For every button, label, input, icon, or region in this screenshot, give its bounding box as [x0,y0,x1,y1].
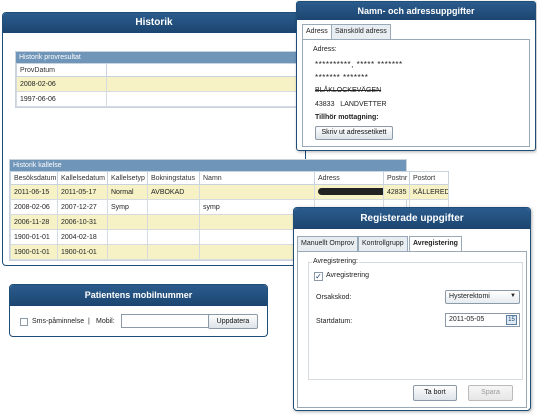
table-row[interactable]: 1997-06-06 [16,91,304,107]
registered-panel-title: Registerade uppgifter [294,208,530,229]
column-header-besoksdatum[interactable]: Besöksdatum [10,171,58,185]
tab-avregistering[interactable]: Avregistering [409,236,462,252]
print-address-label-button[interactable]: Skriv ut adressetikett [315,126,393,140]
sms-label: Sms-påminnelse [32,318,85,325]
save-button[interactable]: Spara [468,385,513,401]
column-header-kallelsetyp[interactable]: Kallelsetyp [107,171,148,185]
address-content: Adress: **********, ***** ******* ******… [302,39,530,147]
address-line-1: **********, ***** ******* [315,60,403,69]
column-header-provdatum[interactable]: ProvDatum [16,63,107,77]
kallelse-table-header: Historik kallelse [10,160,406,171]
chevron-down-icon: ▼ [510,293,516,299]
startdatum-label: Startdatum: [316,318,353,325]
startdatum-field[interactable]: 2011-05-05 15 [445,313,520,327]
startdatum-value: 2011-05-05 [449,316,485,323]
address-panel: Namn- och adressuppgifter Adress Sänsköl… [296,1,536,151]
orsak-label: Orsakskod: [316,294,352,301]
mottagning-label: Tillhör mottagning: [315,114,379,121]
column-header-bokningstatus[interactable]: Bokningstatus [147,171,200,185]
table-row[interactable]: 2011-06-15 2011-05-17 Normal AVBOKAD 428… [10,184,449,200]
orsak-select[interactable]: Hysterektomi ▼ [445,290,520,304]
calendar-icon[interactable]: 15 [506,315,517,325]
delete-button[interactable]: Ta bort [413,385,457,401]
separator: | [88,318,90,325]
sms-checkbox[interactable] [20,318,28,326]
tab-sanskold-adress[interactable]: Sänsköld adress [331,24,391,39]
avregistrering-checkbox[interactable]: ✓ [314,272,323,281]
column-header-kallelsedatum[interactable]: Kallelsedatum [57,171,108,185]
address-line-2: ******* ******* [315,73,369,82]
orsak-select-value: Hysterektomi [449,293,490,300]
tab-adress[interactable]: Adress [302,24,332,40]
table-row[interactable]: 2008-02-06 [16,76,304,92]
redacted-address [318,188,383,196]
mobile-panel: Patientens mobilnummer Sms-påminnelse | … [9,284,268,337]
registered-panel: Registerade uppgifter Manuellt Omprov Ko… [293,207,531,411]
historik-title: Historik [3,13,305,33]
column-header-namn[interactable]: Namn [199,171,315,185]
address-panel-title: Namn- och adressuppgifter [297,2,535,20]
avregistrering-group-label: Avregistrering: [312,258,360,265]
avregistrering-content: Avregistrering: ✓ Avregistrering Orsaksk… [297,251,527,408]
tab-kontrollgrupp[interactable]: Kontrollgrupp [358,236,408,251]
mobil-label: Mobil: [96,318,115,325]
column-header-postnr[interactable]: Postnr [383,171,410,185]
prov-table: Historik provresultat ProvDatum 2008-02-… [15,51,305,108]
update-button[interactable]: Uppdatera [208,314,258,329]
mobil-input[interactable] [121,314,211,328]
address-street: BLÅKLOCKEVÄGEN [315,87,382,94]
prov-table-header: Historik provresultat [16,52,304,63]
address-label: Adress: [313,46,337,53]
column-header-adress[interactable]: Adress [314,171,384,185]
mobile-panel-title: Patientens mobilnummer [10,285,267,306]
address-city: 43833 LANDVETTER [315,101,387,108]
column-header-postort[interactable]: Postort [409,171,449,185]
avregistrering-checkbox-label: Avregistrering [326,272,370,279]
tab-manuellt-omprov[interactable]: Manuellt Omprov [297,236,359,251]
